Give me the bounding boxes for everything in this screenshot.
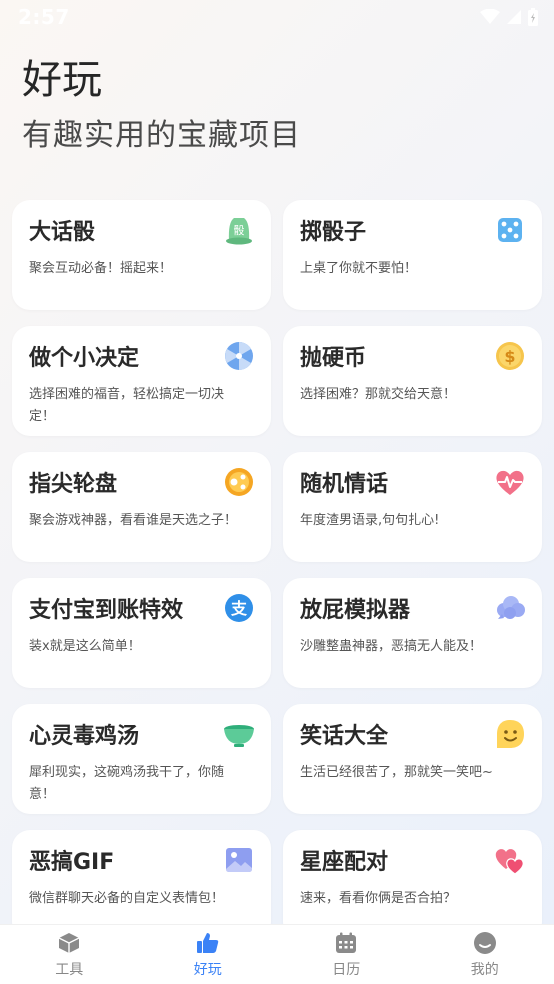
- card-title: 支付宝到账特效: [29, 598, 184, 623]
- card-title: 放屁模拟器: [300, 598, 411, 623]
- bottom-tab-bar: 工具 好玩 日历 我的: [0, 924, 554, 984]
- image-icon: [226, 848, 252, 872]
- card-desc: 选择困难？那就交给天意！: [300, 387, 457, 402]
- card-alipay[interactable]: 支付宝到账特效 装x就是这么简单！ 支: [12, 578, 271, 688]
- card-jitang[interactable]: 心灵毒鸡汤 犀利现实，这碗鸡汤我干了，你随意！: [12, 704, 271, 814]
- signal-icon: [507, 10, 521, 24]
- dice-icon: [498, 218, 522, 242]
- card-title: 大话骰: [29, 220, 96, 245]
- card-fangpi[interactable]: 放屁模拟器 沙雕整蛊神器，恶搞无人能及！: [283, 578, 542, 688]
- card-title: 随机情话: [300, 472, 389, 497]
- card-yingbi[interactable]: 抛硬币 选择困难？那就交给天意！ $: [283, 326, 542, 436]
- card-desc: 年度渣男语录,句句扎心!: [300, 513, 440, 528]
- svg-text:支: 支: [230, 599, 248, 618]
- cube-icon: [58, 932, 80, 953]
- tab-tools[interactable]: 工具: [0, 931, 138, 979]
- card-desc: 生活已经很苦了，那就笑一笑吧~: [300, 765, 493, 780]
- card-qinghua[interactable]: 随机情话 年度渣男语录,句句扎心!: [283, 452, 542, 562]
- dice-cup-icon: 骰: [226, 218, 252, 245]
- card-lunpan[interactable]: 指尖轮盘 聚会游戏神器，看看谁是天选之子！: [12, 452, 271, 562]
- card-title: 指尖轮盘: [29, 472, 118, 497]
- card-xiaohua[interactable]: 笑话大全 生活已经很苦了，那就笑一笑吧~: [283, 704, 542, 814]
- page-subtitle: 有趣实用的宝藏项目: [22, 118, 301, 153]
- spinner-wheel-icon: [225, 342, 253, 370]
- card-desc: 上桌了你就不要怕！: [300, 261, 418, 276]
- tab-fun[interactable]: 好玩: [139, 931, 277, 979]
- card-title: 掷骰子: [300, 220, 367, 245]
- card-title: 做个小决定: [29, 346, 140, 371]
- feature-grid: 大话骰 聚会互动必备！摇起来！ 骰 掷骰子 上桌了你就不要怕！ 做个小决定 选择…: [12, 200, 542, 940]
- tab-calendar[interactable]: 日历: [277, 931, 415, 979]
- page-title: 好玩: [22, 57, 102, 103]
- thumbs-up-icon: [196, 932, 218, 953]
- system-icons: [480, 8, 538, 26]
- heartbeat-icon: [496, 470, 524, 495]
- coin-icon: $: [496, 342, 524, 370]
- tab-mine[interactable]: 我的: [416, 931, 554, 979]
- status-time: 2:57: [18, 5, 70, 29]
- tab-label: 工具: [55, 961, 84, 978]
- card-desc: 沙雕整蛊神器，恶搞无人能及！: [300, 639, 483, 654]
- tab-label: 我的: [470, 961, 499, 978]
- page-header: 好玩 有趣实用的宝藏项目: [22, 52, 301, 158]
- cloud-icon: [497, 596, 525, 619]
- calendar-icon: [336, 932, 357, 953]
- card-desc: 聚会游戏神器，看看谁是天选之子！: [29, 513, 238, 528]
- card-desc: 犀利现实，这碗鸡汤我干了，你随意！: [29, 765, 225, 802]
- svg-text:骰: 骰: [234, 224, 245, 237]
- card-desc: 聚会互动必备！摇起来！: [29, 261, 173, 276]
- card-title: 抛硬币: [300, 346, 367, 371]
- tab-label: 好玩: [193, 961, 222, 978]
- card-title: 恶搞GIF: [29, 850, 115, 875]
- card-dahuashai[interactable]: 大话骰 聚会互动必备！摇起来！ 骰: [12, 200, 271, 310]
- card-desc: 速来，看看你俩是否合拍？: [300, 891, 457, 906]
- card-desc: 装x就是这么简单！: [29, 639, 141, 654]
- finger-roulette-icon: [225, 468, 253, 496]
- card-title: 心灵毒鸡汤: [29, 724, 140, 749]
- card-title: 星座配对: [300, 850, 389, 875]
- double-heart-icon: [495, 849, 524, 875]
- wifi-icon: [480, 9, 500, 24]
- card-desc: 选择困难的福音，轻松搞定一切决定！: [29, 387, 225, 424]
- smile-face-icon: [497, 720, 524, 748]
- tab-label: 日历: [332, 961, 361, 978]
- card-zhishaizi[interactable]: 掷骰子 上桌了你就不要怕！: [283, 200, 542, 310]
- profile-icon: [473, 931, 496, 954]
- card-desc: 微信群聊天必备的自定义表情包！: [29, 891, 225, 906]
- battery-icon: [528, 8, 538, 26]
- card-xiaojueding[interactable]: 做个小决定 选择困难的福音，轻松搞定一切决定！: [12, 326, 271, 436]
- card-title: 笑话大全: [300, 724, 389, 749]
- status-bar: 2:57: [0, 0, 554, 34]
- svg-text:$: $: [504, 347, 515, 366]
- soup-bowl-icon: [224, 725, 254, 747]
- alipay-icon: 支: [225, 594, 253, 622]
